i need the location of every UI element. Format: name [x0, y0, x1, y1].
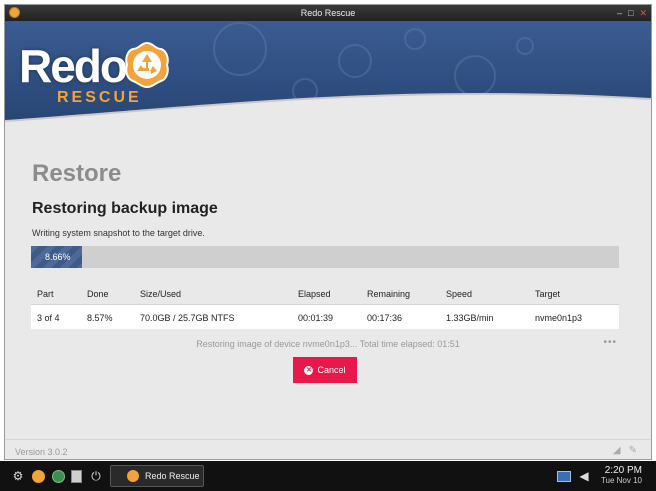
files-icon[interactable]: [68, 468, 84, 484]
clock-date: Tue Nov 10: [600, 476, 642, 485]
header-size-used: Size/Used: [140, 289, 182, 299]
progress-bar: 8.66%: [31, 246, 619, 268]
redo-task-icon: [127, 470, 139, 482]
status-text: Restoring image of device nvme0n1p3... T…: [196, 339, 460, 349]
window-title: Redo Rescue: [300, 8, 356, 18]
title-bar[interactable]: Redo Rescue – □ ✕: [5, 5, 651, 21]
logo-word: Redo: [19, 40, 128, 92]
globe-icon[interactable]: [50, 468, 66, 484]
network-icon[interactable]: [556, 468, 572, 484]
wrench-icon[interactable]: ✎: [629, 445, 637, 456]
recycle-badge-icon: [125, 41, 169, 89]
page-subtitle: Restoring backup image: [32, 200, 218, 217]
speaker-icon[interactable]: ◢: [613, 445, 621, 456]
header-remaining: Remaining: [367, 289, 411, 299]
cell-elapsed: 00:01:39: [298, 313, 334, 323]
power-icon[interactable]: ⏻: [88, 468, 104, 484]
taskbar: ⚙ ⏻ Redo Rescue ◀ 2:20 PM Tue Nov 10: [0, 461, 656, 491]
app-icon: [9, 7, 20, 18]
cell-done: 8.57%: [87, 313, 113, 323]
redo-icon[interactable]: [30, 468, 46, 484]
footer-icons: ◢ ✎: [613, 445, 637, 456]
header-banner: Redo RESCUE: [5, 21, 651, 144]
volume-icon[interactable]: ◀: [576, 468, 592, 484]
cell-target: nvme0n1p3: [535, 313, 583, 323]
minimize-button[interactable]: –: [617, 8, 622, 18]
app-window: Redo Rescue – □ ✕ Redo RESCUE Restore Re…: [4, 4, 652, 460]
task-label: Redo Rescue: [145, 471, 200, 481]
header-elapsed: Elapsed: [298, 289, 331, 299]
redo-rescue-logo: Redo RESCUE: [19, 40, 169, 106]
cell-speed: 1.33GB/min: [446, 313, 494, 323]
clock[interactable]: 2:20 PM Tue Nov 10: [601, 465, 642, 485]
page-description: Writing system snapshot to the target dr…: [32, 228, 205, 238]
header-speed: Speed: [446, 289, 473, 299]
gear-icon[interactable]: ⚙: [10, 468, 26, 484]
cell-remaining: 00:17:36: [367, 313, 403, 323]
cancel-label: Cancel: [317, 365, 346, 375]
taskbar-item-redo-rescue[interactable]: Redo Rescue: [110, 465, 204, 487]
table-row: 3 of 4 8.57% 70.0GB / 25.7GB NTFS 00:01:…: [31, 305, 619, 329]
maximize-button[interactable]: □: [628, 8, 633, 18]
more-options-icon[interactable]: •••: [603, 337, 617, 348]
version-label: Version 3.0.2: [15, 447, 68, 457]
logo-sub: RESCUE: [57, 89, 142, 106]
header-part: Part: [37, 289, 54, 299]
cell-size-used: 70.0GB / 25.7GB NTFS: [140, 313, 235, 323]
cancel-button[interactable]: ✕ Cancel: [293, 357, 357, 383]
progress-table: Part Done Size/Used Elapsed Remaining Sp…: [31, 281, 619, 329]
header-target: Target: [535, 289, 561, 299]
window-controls: – □ ✕: [617, 5, 647, 21]
header-done: Done: [87, 289, 109, 299]
clock-time: 2:20 PM: [604, 465, 642, 476]
table-header: Part Done Size/Used Elapsed Remaining Sp…: [31, 281, 619, 305]
progress-label: 8.66%: [45, 252, 71, 262]
footer: Version 3.0.2 ◢ ✎: [5, 439, 651, 461]
page-title: Restore: [32, 160, 122, 187]
close-circle-icon: ✕: [304, 365, 314, 375]
cell-part: 3 of 4: [37, 313, 60, 323]
close-button[interactable]: ✕: [639, 8, 647, 19]
